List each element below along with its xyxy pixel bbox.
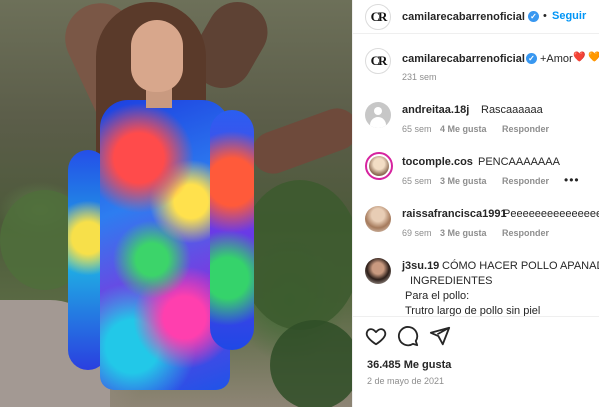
- comment-username[interactable]: andreitaa.18j: [402, 104, 469, 116]
- comment-text: Peeeeeeeeeeeeeeeeeeeeeeeeeee: [503, 208, 599, 220]
- verified-badge-icon: ✓: [528, 11, 539, 22]
- reply-button[interactable]: Responder: [502, 228, 549, 238]
- person-arm: [210, 110, 254, 350]
- comment-line: Trutro largo de pollo sin piel: [405, 305, 541, 316]
- avatar[interactable]: [365, 102, 391, 128]
- verified-badge-icon: ✓: [526, 53, 537, 64]
- comment-text: CÓMO HACER POLLO APANADO: [442, 260, 599, 272]
- comment-time[interactable]: 65 sem: [402, 176, 432, 186]
- post-sidebar: CR camilarecabarrenoficial ✓ • Seguir CR…: [352, 0, 599, 407]
- comment-time[interactable]: 65 sem: [402, 124, 432, 134]
- more-options-icon[interactable]: •••: [564, 173, 580, 187]
- person-face: [131, 20, 183, 92]
- comment-username[interactable]: raissafrancisca1991: [402, 208, 507, 220]
- comment-username[interactable]: j3su.19: [402, 260, 439, 272]
- separator-dot: •: [543, 10, 547, 22]
- post-image[interactable]: [0, 0, 352, 407]
- avatar[interactable]: [365, 152, 393, 180]
- header-username[interactable]: camilarecabarrenoficial: [402, 11, 525, 23]
- comment-likes[interactable]: 3 Me gusta: [440, 176, 487, 186]
- reply-button[interactable]: Responder: [502, 176, 549, 186]
- comment-text: Rascaaaaaa: [481, 104, 543, 116]
- avatar[interactable]: CR: [365, 48, 391, 74]
- avatar[interactable]: [365, 206, 391, 232]
- caption-time[interactable]: 231 sem: [402, 72, 437, 82]
- post-actions: 36.485 Me gusta 2 de mayo de 2021: [353, 316, 599, 407]
- likes-count[interactable]: 36.485 Me gusta: [367, 359, 451, 371]
- avatar[interactable]: [365, 258, 391, 284]
- comment-time[interactable]: 69 sem: [402, 228, 432, 238]
- comment-line: Para el pollo:: [405, 290, 470, 302]
- share-icon[interactable]: [429, 325, 451, 347]
- caption-text: +Amor: [540, 53, 573, 65]
- comments-list[interactable]: CR camilarecabarrenoficial ✓ +Amor ❤️ 🧡 …: [353, 34, 599, 316]
- comment-likes[interactable]: 4 Me gusta: [440, 124, 487, 134]
- tree-branch: [246, 102, 352, 180]
- comment-likes[interactable]: 3 Me gusta: [440, 228, 487, 238]
- avatar[interactable]: CR: [365, 4, 391, 30]
- comment-text: PENCAAAAAAA: [478, 156, 560, 168]
- comment-username[interactable]: tocomple.cos: [402, 156, 473, 168]
- foliage: [240, 180, 352, 330]
- comment-icon[interactable]: [397, 325, 419, 347]
- reply-button[interactable]: Responder: [502, 124, 549, 134]
- post-header: CR camilarecabarrenoficial ✓ • Seguir: [353, 0, 599, 34]
- heart-icon[interactable]: [365, 325, 387, 347]
- comment-line: INGREDIENTES: [410, 275, 493, 287]
- caption-username[interactable]: camilarecabarrenoficial: [402, 53, 525, 65]
- follow-button[interactable]: Seguir: [552, 10, 586, 22]
- caption-emojis: ❤️ 🧡: [573, 52, 599, 63]
- post-date: 2 de mayo de 2021: [367, 376, 445, 386]
- foliage: [270, 320, 352, 407]
